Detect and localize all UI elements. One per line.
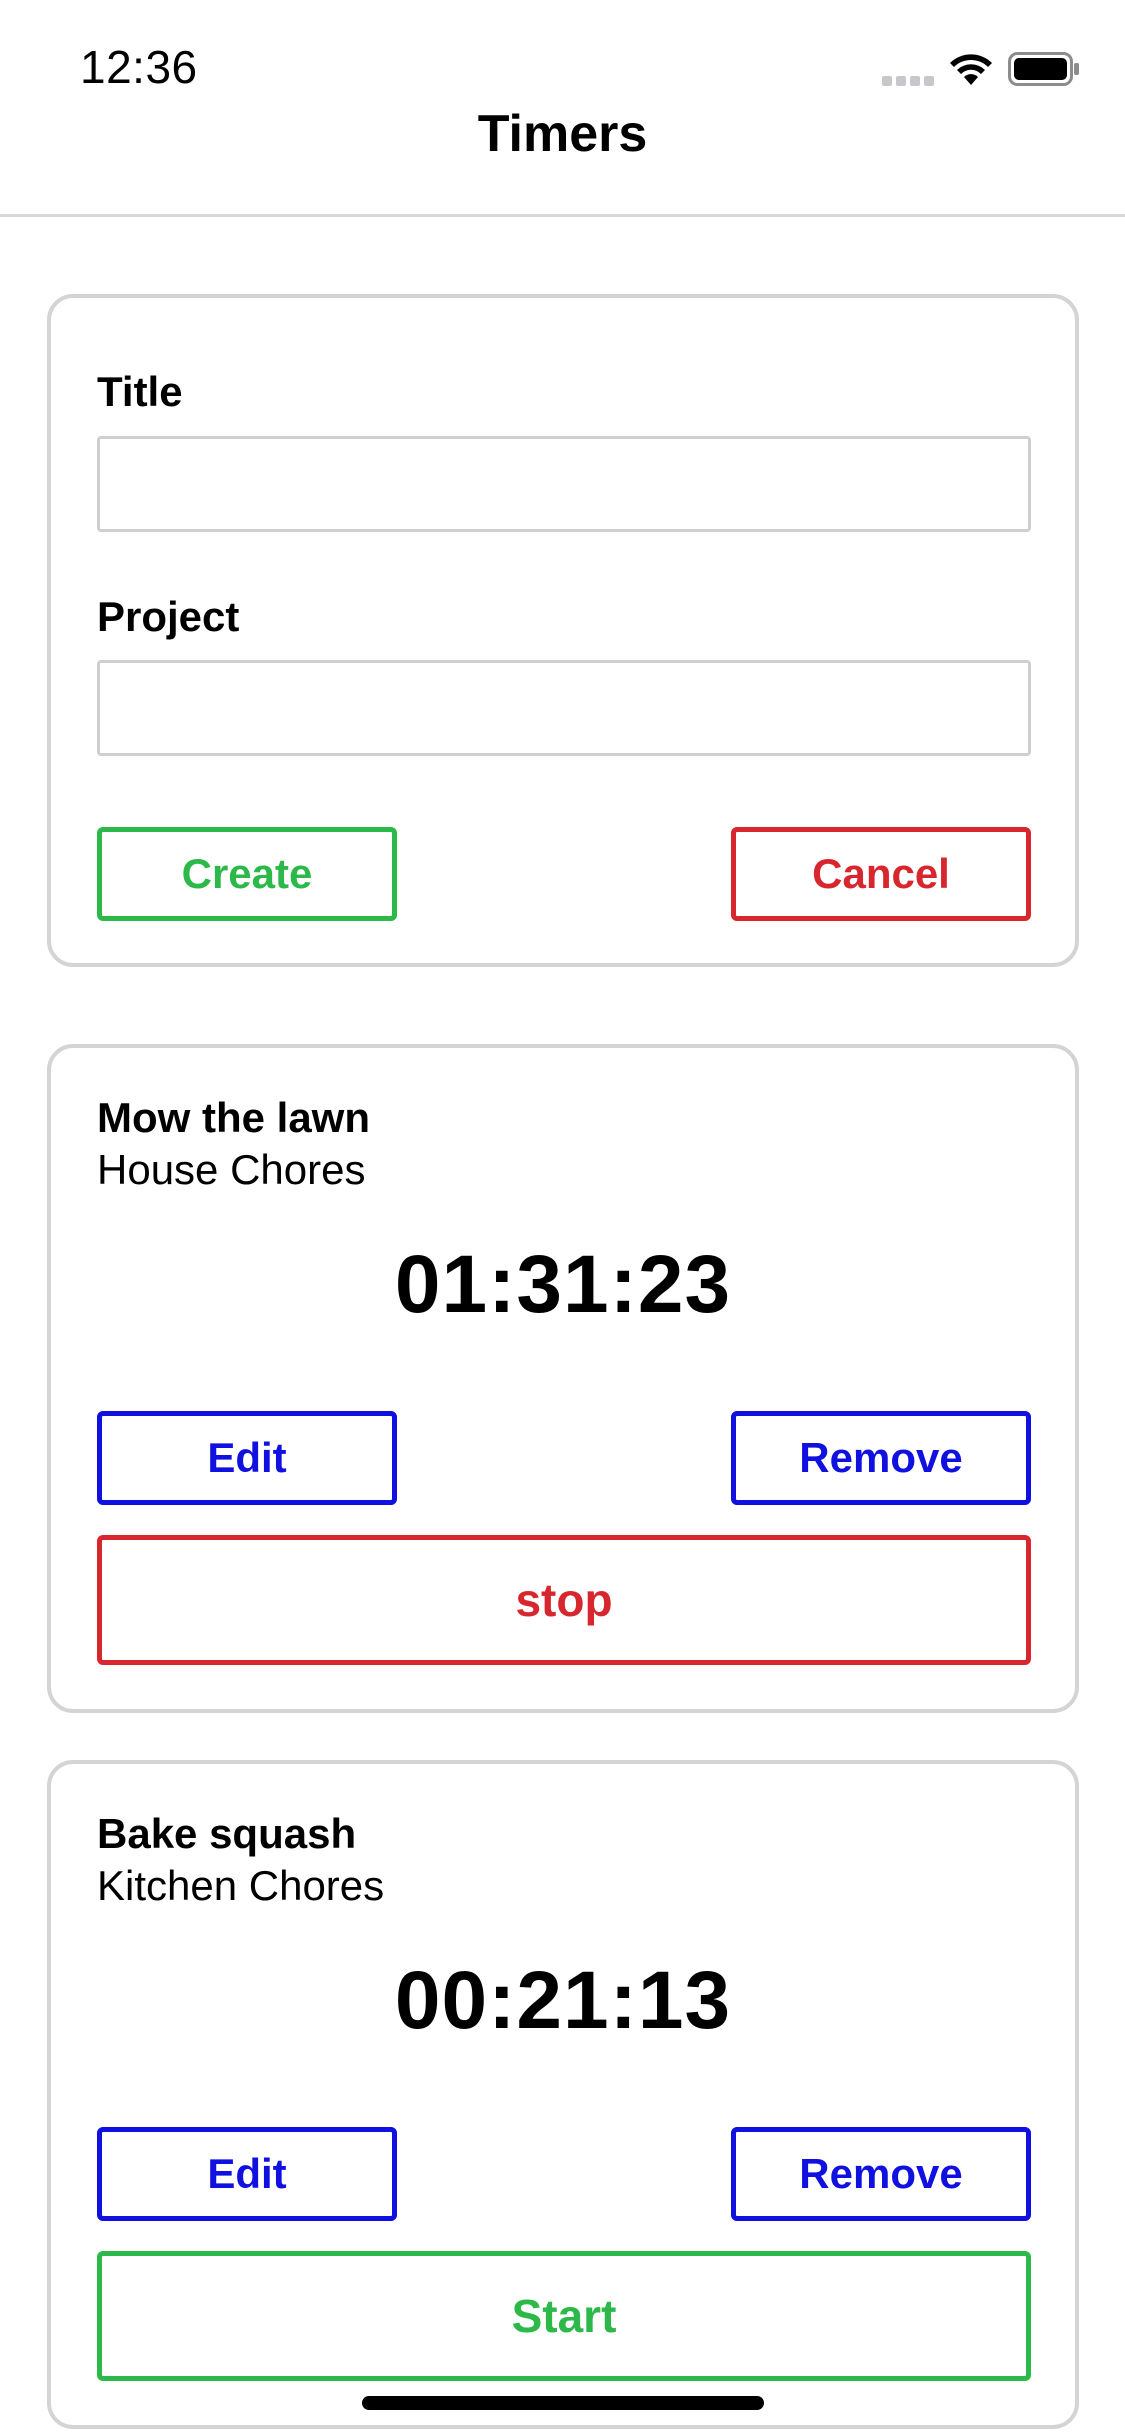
status-time: 12:36: [80, 41, 198, 93]
timer-elapsed: 00:21:13: [394, 1955, 732, 2046]
timer-project: House Chores: [97, 1146, 366, 1193]
timer-title: Mow the lawn: [97, 1094, 370, 1141]
cellular-signal-icon: [882, 76, 934, 86]
battery-icon: [1008, 52, 1079, 86]
edit-button[interactable]: Edit: [97, 1411, 397, 1505]
create-button[interactable]: Create: [97, 827, 397, 921]
remove-button[interactable]: Remove: [731, 2127, 1031, 2221]
wifi-icon: [950, 54, 992, 85]
start-button[interactable]: Start: [97, 2251, 1031, 2381]
home-indicator[interactable]: [362, 2396, 764, 2410]
page-title: Timers: [477, 105, 648, 163]
remove-button[interactable]: Remove: [731, 1411, 1031, 1505]
timer-elapsed: 01:31:23: [394, 1239, 732, 1330]
timer-card: Mow the lawn House Chores 01:31:23 Edit …: [47, 1044, 1079, 1713]
edit-button[interactable]: Edit: [97, 2127, 397, 2221]
project-input[interactable]: [97, 660, 1031, 756]
cancel-button[interactable]: Cancel: [731, 827, 1031, 921]
nav-divider: [0, 214, 1125, 217]
timers-screen: 12:36 Timers Title Project Create Cancel…: [0, 0, 1125, 2436]
timer-title: Bake squash: [97, 1810, 357, 1857]
stop-button[interactable]: stop: [97, 1535, 1031, 1665]
project-label: Project: [97, 593, 240, 640]
timer-project: Kitchen Chores: [97, 1862, 385, 1909]
timer-form-card: Title Project Create Cancel: [47, 294, 1079, 967]
title-label: Title: [97, 368, 183, 415]
timer-card: Bake squash Kitchen Chores 00:21:13 Edit…: [47, 1760, 1079, 2429]
title-input[interactable]: [97, 436, 1031, 532]
